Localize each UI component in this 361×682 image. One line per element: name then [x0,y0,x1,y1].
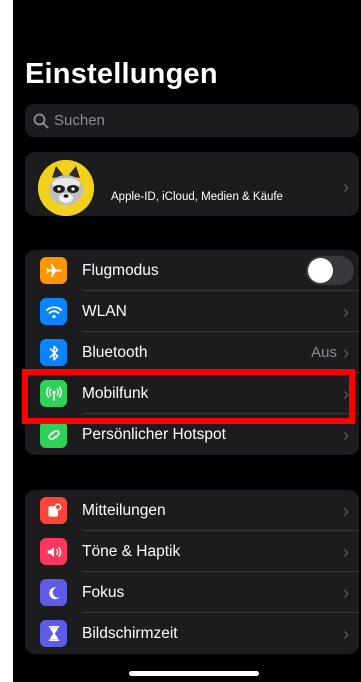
chevron-right-icon: › [343,542,349,562]
row-label: Mitteilungen [82,501,166,519]
wifi-icon [40,298,67,325]
row-label: Bluetooth [82,343,148,361]
toggle-knob [308,258,333,283]
bluetooth-icon [40,339,67,366]
home-indicator [129,671,259,676]
connectivity-group: Flugmodus WLAN › Bluetooth Aus › Mobilfu… [25,250,359,455]
search-placeholder: Suchen [54,112,105,129]
raccoon-avatar [38,160,94,216]
bluetooth-status: Aus [311,344,337,361]
search-icon [33,113,49,128]
row-label: Persönlicher Hotspot [82,425,226,443]
apple-id-row[interactable]: Apple-ID, iCloud, Medien & Käufe › [25,152,359,216]
settings-row-fokus[interactable]: Fokus › [25,572,359,613]
row-label: Fokus [82,583,125,601]
settings-screen: Einstellungen Suchen Apple-ID, iCloud, M… [13,0,361,682]
hotspot-icon [40,421,67,448]
hourglass-icon [40,620,67,647]
chevron-right-icon: › [343,425,349,445]
settings-row-bluetooth[interactable]: Bluetooth Aus › [25,332,359,373]
airplane-mode-toggle[interactable] [306,256,354,285]
speaker-icon [40,538,67,565]
notification-icon [40,497,67,524]
chevron-right-icon: › [343,343,349,363]
settings-row-mitteilungen[interactable]: Mitteilungen › [25,490,359,531]
row-label: WLAN [82,302,127,320]
settings-row-toene[interactable]: Töne & Haptik › [25,531,359,572]
row-label: Töne & Haptik [82,542,181,560]
chevron-right-icon: › [343,583,349,603]
settings-row-flugmodus[interactable]: Flugmodus [25,250,359,291]
search-field[interactable]: Suchen [25,104,359,137]
settings-row-wlan[interactable]: WLAN › [25,291,359,332]
moon-icon [40,579,67,606]
row-label: Bildschirmzeit [82,624,178,642]
settings-row-bildschirmzeit[interactable]: Bildschirmzeit › [25,613,359,654]
row-label: Flugmodus [82,261,159,279]
notifications-group: Mitteilungen › Töne & Haptik › Fokus › B… [25,490,359,654]
chevron-right-icon: › [343,177,349,197]
chevron-right-icon: › [343,501,349,521]
apple-id-subtitle: Apple-ID, iCloud, Medien & Käufe [111,191,283,203]
page-title: Einstellungen [25,58,218,90]
airplane-icon [40,257,67,284]
highlight-box [22,369,355,424]
chevron-right-icon: › [343,302,349,322]
chevron-right-icon: › [343,624,349,644]
